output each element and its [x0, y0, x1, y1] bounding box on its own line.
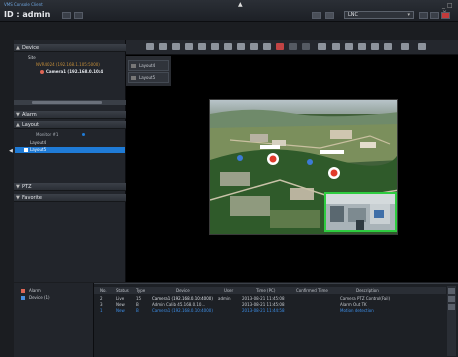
expand-icon: ▼ [16, 112, 20, 118]
collapse-icon: ▲ [16, 122, 20, 128]
map-icon[interactable] [211, 43, 219, 50]
device-section-header[interactable]: ▲ Device [14, 44, 126, 52]
grid-view-button[interactable] [312, 12, 321, 19]
indoor-camera-image [326, 194, 395, 230]
record-icon[interactable] [224, 43, 232, 50]
collapse-left-icon[interactable]: ◀ [9, 148, 14, 154]
user-menu-button[interactable] [62, 12, 71, 19]
cell: 1 [100, 308, 103, 313]
filter-alarm[interactable]: Alarm [29, 288, 41, 293]
layout-list-item[interactable]: Layout5 [128, 72, 169, 83]
chevron-down-icon: ▾ [407, 12, 410, 18]
col-status[interactable]: Status [116, 288, 129, 293]
device-icon [21, 296, 25, 300]
grid-9-icon[interactable] [172, 43, 180, 50]
cell: New [116, 308, 125, 313]
clear-icon[interactable] [448, 304, 455, 310]
grid-16-icon[interactable] [185, 43, 193, 50]
log-side-toolbar [447, 286, 456, 356]
col-confirmed[interactable]: Confirmed Time [296, 288, 328, 293]
filter-device[interactable]: Device (1) [29, 295, 50, 300]
layout-list-item[interactable]: Layout4 [128, 60, 169, 71]
col-no[interactable]: No. [100, 288, 107, 293]
layout-select-value: LNC [348, 12, 359, 18]
save-icon[interactable] [419, 12, 428, 19]
favorite-section-title: Favorite [22, 195, 42, 201]
view-toolbar [126, 40, 458, 55]
layout-view-button[interactable] [325, 12, 334, 19]
col-description[interactable]: Description [356, 288, 379, 293]
tree-nvr[interactable]: NVR4024 (192.168.1.105:5000) [36, 62, 100, 67]
snapshot-icon[interactable] [237, 43, 245, 50]
print-icon[interactable] [250, 43, 258, 50]
collapse-icon: ▲ [16, 45, 20, 51]
cell: Camera1 (192.168.0.10:4000) [152, 308, 213, 313]
col-time[interactable]: Time (PC) [256, 288, 275, 293]
tree-monitor[interactable]: Monitor #1 [36, 132, 58, 137]
layout-icon [131, 76, 136, 80]
layout-section-header[interactable]: ▲ Layout [14, 121, 126, 129]
layout-select[interactable]: LNC ▾ [344, 11, 414, 19]
alarm-stop-icon[interactable] [276, 43, 284, 50]
collapse-up-icon[interactable]: ▲ [238, 2, 244, 8]
layout-list: Layout4 Layout5 [126, 56, 171, 86]
pip-camera-view[interactable] [324, 192, 397, 232]
tree-site[interactable]: Site [28, 55, 36, 60]
alarm-icon[interactable] [441, 12, 450, 19]
tree-layout4[interactable]: Layout4 [30, 140, 46, 145]
col-device[interactable]: Device [176, 288, 190, 293]
device-section-title: Device [22, 45, 40, 51]
tree-layout5[interactable]: Layout5 [30, 147, 46, 152]
cell: B [136, 308, 139, 313]
layout-icon [131, 64, 136, 68]
focus-icon[interactable] [358, 43, 366, 50]
logout-button[interactable] [74, 12, 83, 19]
scroll-thumb[interactable] [32, 101, 102, 104]
expand-icon: ▼ [16, 195, 20, 201]
fullscreen-icon[interactable] [418, 43, 426, 50]
expand-icon: ▼ [16, 184, 20, 190]
alarm-filter-panel [14, 283, 94, 357]
alarm-section-title: Alarm [22, 112, 37, 118]
favorite-section-header[interactable]: ▼ Favorite [14, 194, 126, 202]
layout-section-title: Layout [22, 122, 39, 128]
log-table-header: No. Status Type Device User Time (PC) Co… [94, 287, 446, 294]
ptz-section-header[interactable]: ▼ PTZ [14, 183, 126, 191]
pan-icon[interactable] [318, 43, 326, 50]
zoom-out-icon[interactable] [345, 43, 353, 50]
camera-icon [40, 70, 44, 74]
tree-camera[interactable]: Camera1 (192.168.0.10:4 [46, 69, 103, 74]
play-icon[interactable] [401, 43, 409, 50]
alarm-section-header[interactable]: ▼ Alarm [14, 111, 126, 119]
col-type[interactable]: Type [136, 288, 145, 293]
status-dot [82, 133, 85, 136]
zoom-in-icon[interactable] [332, 43, 340, 50]
layout-icon [24, 148, 28, 152]
col-user[interactable]: User [224, 288, 233, 293]
grid-4-icon[interactable] [159, 43, 167, 50]
grid-1-icon[interactable] [146, 43, 154, 50]
log-row[interactable]: 1 New B Camera1 (192.168.0.10:4000) 2013… [94, 308, 446, 314]
layout-list-label: Layout4 [139, 63, 156, 68]
settings-icon[interactable] [430, 12, 439, 19]
audio-icon[interactable] [289, 43, 297, 50]
confirm-icon[interactable] [448, 296, 455, 302]
app-title: VMS Console Client [4, 2, 43, 7]
back-icon[interactable] [302, 43, 310, 50]
cell: 2013-08-21 11:44:58 [242, 308, 285, 313]
ptz-section-title: PTZ [22, 184, 32, 190]
user-label: ID : admin [4, 10, 51, 19]
export-icon[interactable] [263, 43, 271, 50]
alarm-icon [21, 289, 25, 293]
layout-list-label: Layout5 [139, 75, 156, 80]
light-icon[interactable] [384, 43, 392, 50]
sequence-icon[interactable] [198, 43, 206, 50]
cell: Motion detection [340, 308, 374, 313]
left-panel [14, 40, 126, 282]
iris-icon[interactable] [371, 43, 379, 50]
config-icon[interactable] [448, 288, 455, 294]
